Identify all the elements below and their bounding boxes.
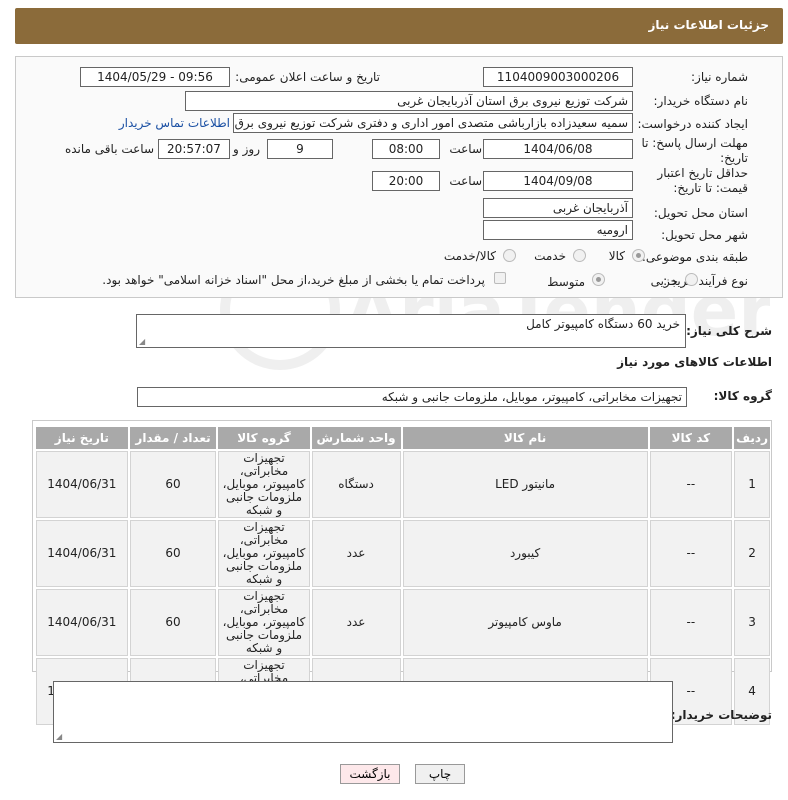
category-radio-service[interactable]	[573, 249, 586, 262]
requester-label: ایجاد کننده درخواست:	[637, 117, 748, 131]
goods-group-label: گروه کالا:	[713, 389, 772, 403]
cell-need-date: 1404/06/31	[36, 451, 128, 518]
cell-quantity: 60	[129, 520, 217, 587]
summary-textarea: خرید 60 دستگاه کامپیوتر کامل ◢	[136, 314, 686, 348]
print-button[interactable]: چاپ	[415, 764, 465, 784]
goods-info-title: اطلاعات کالاهای مورد نیاز	[617, 355, 772, 369]
cell-row-number: 2	[734, 520, 770, 587]
province-field: آذربایجان غربی	[483, 198, 633, 218]
category-radio-goods-service[interactable]	[503, 249, 516, 262]
process-option-medium: متوسط	[547, 275, 585, 289]
resize-handle-icon: ◢	[56, 732, 63, 741]
requester-field: سمیه سعیدزاده بازارباشی متصدی امور اداری…	[233, 113, 633, 133]
col-header-row-number: ردیف	[734, 427, 770, 449]
table-row: 1 -- مانیتور LED دستگاه تجهیزات مخابراتی…	[36, 451, 770, 518]
col-header-need-date: تاریخ نیاز	[36, 427, 128, 449]
table-header-row: ردیف کد کالا نام کالا واحد شمارش گروه کا…	[36, 427, 770, 449]
remaining-time-label: ساعت باقی مانده	[64, 142, 154, 156]
table-row: 2 -- کیبورد عدد تجهیزات مخابراتی، کامپیو…	[36, 520, 770, 587]
need-number-label: شماره نیاز:	[691, 70, 748, 84]
days-label: روز و	[233, 142, 260, 156]
process-radio-medium[interactable]	[592, 273, 605, 286]
send-time-label: ساعت	[449, 142, 482, 156]
announce-date-field: 1404/05/29 - 09:56	[80, 67, 230, 87]
price-time-label: ساعت	[449, 174, 482, 188]
cell-code: --	[649, 589, 733, 656]
page-header: جزئیات اطلاعات نیاز	[15, 8, 783, 44]
goods-group-field: تجهیزات مخابراتی، کامپیوتر، موبایل، ملزو…	[137, 387, 687, 407]
price-time-field: 20:00	[372, 171, 440, 191]
page-title: جزئیات اطلاعات نیاز	[648, 18, 769, 32]
announce-date-label: تاریخ و ساعت اعلان عمومی:	[235, 70, 380, 84]
cell-quantity: 60	[129, 451, 217, 518]
table-row: 3 -- ماوس کامپیوتر عدد تجهیزات مخابراتی،…	[36, 589, 770, 656]
col-header-quantity: تعداد / مقدار	[129, 427, 217, 449]
back-button[interactable]: بازگشت	[340, 764, 400, 784]
buyer-org-label: نام دستگاه خریدار:	[653, 94, 749, 108]
cell-name: مانیتور LED	[402, 451, 648, 518]
cell-unit: عدد	[311, 520, 401, 587]
cell-name: ماوس کامپیوتر	[402, 589, 648, 656]
days-field: 9	[267, 139, 333, 159]
resize-handle-icon: ◢	[139, 337, 146, 346]
city-label: شهر محل تحویل:	[661, 228, 748, 242]
buyer-contact-link[interactable]: اطلاعات تماس خریدار	[119, 116, 230, 130]
cell-group: تجهیزات مخابراتی، کامپیوتر، موبایل، ملزو…	[218, 589, 310, 656]
treasury-payment-note: پرداخت تمام یا بخشی از مبلغ خرید،از محل …	[102, 273, 485, 287]
price-deadline-label: حداقل تاریخ اعتبار قیمت: تا تاریخ:	[657, 166, 748, 195]
send-deadline-label: مهلت ارسال پاسخ: تا تاریخ:	[641, 136, 748, 165]
province-label: استان محل تحویل:	[653, 206, 748, 220]
process-radio-minor[interactable]	[685, 273, 698, 286]
send-date-field: 1404/06/08	[483, 139, 633, 159]
category-option-service: خدمت	[534, 249, 566, 263]
buyer-org-field: شرکت توزیع نیروی برق استان آذربایجان غرب…	[185, 91, 633, 111]
cell-need-date: 1404/06/31	[36, 520, 128, 587]
col-header-group: گروه کالا	[218, 427, 310, 449]
cell-group: تجهیزات مخابراتی، کامپیوتر، موبایل، ملزو…	[218, 451, 310, 518]
city-field: ارومیه	[483, 220, 633, 240]
category-option-goods-service: کالا/خدمت	[443, 249, 496, 263]
col-header-name: نام کالا	[402, 427, 648, 449]
items-table-panel: ردیف کد کالا نام کالا واحد شمارش گروه کا…	[32, 420, 772, 725]
category-label: طبقه بندی موضوعی:	[641, 250, 748, 264]
buyer-notes-label: توضیحات خریدار:	[670, 708, 772, 722]
summary-label: شرح کلی نیاز:	[686, 324, 772, 338]
treasury-payment-checkbox[interactable]	[494, 272, 506, 284]
category-radio-goods[interactable]	[632, 249, 645, 262]
price-date-field: 1404/09/08	[483, 171, 633, 191]
buyer-notes-textarea[interactable]: ◢	[53, 681, 673, 743]
col-header-unit: واحد شمارش	[311, 427, 401, 449]
category-option-goods: کالا	[608, 249, 625, 263]
cell-row-number: 3	[734, 589, 770, 656]
cell-name: کیبورد	[402, 520, 648, 587]
need-number-field: 1104009003000206	[483, 67, 633, 87]
send-time-field: 08:00	[372, 139, 440, 159]
summary-text: خرید 60 دستگاه کامپیوتر کامل	[526, 317, 680, 331]
cell-code: --	[649, 451, 733, 518]
process-option-minor: جزیی	[650, 274, 678, 288]
cell-unit: عدد	[311, 589, 401, 656]
cell-unit: دستگاه	[311, 451, 401, 518]
cell-need-date: 1404/06/31	[36, 589, 128, 656]
cell-group: تجهیزات مخابراتی، کامپیوتر، موبایل، ملزو…	[218, 520, 310, 587]
remaining-time-field: 20:57:07	[158, 139, 230, 159]
cell-row-number: 1	[734, 451, 770, 518]
col-header-code: کد کالا	[649, 427, 733, 449]
cell-code: --	[649, 520, 733, 587]
cell-quantity: 60	[129, 589, 217, 656]
